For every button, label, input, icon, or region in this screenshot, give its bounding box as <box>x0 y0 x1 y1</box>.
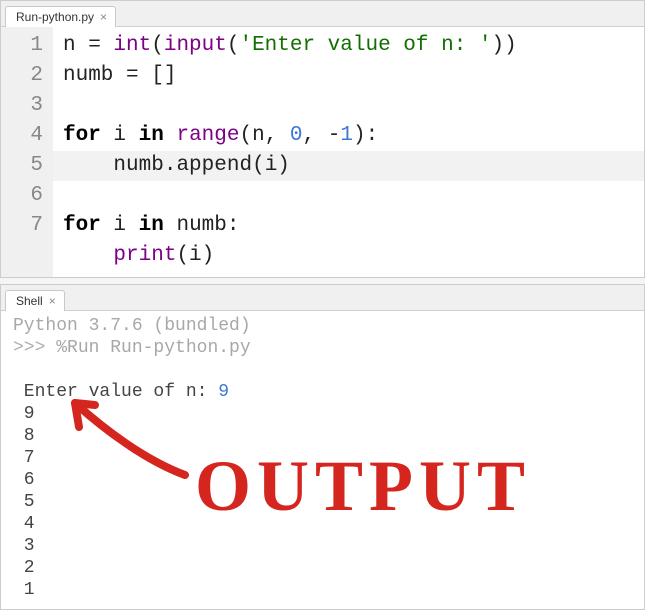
code-line[interactable]: numb.append(i) <box>53 151 644 181</box>
editor-tab[interactable]: Run-python.py × <box>5 6 116 27</box>
code-line[interactable]: n = int(input('Enter value of n: ')) <box>63 34 517 57</box>
line-number: 6 <box>7 181 43 211</box>
shell-body[interactable]: Python 3.7.6 (bundled) >>> %Run Run-pyth… <box>1 311 644 609</box>
editor-body[interactable]: 1234567 n = int(input('Enter value of n:… <box>1 27 644 277</box>
shell-output-line: 8 <box>13 425 634 447</box>
editor-tab-bar: Run-python.py × <box>1 1 644 27</box>
editor-panel: Run-python.py × 1234567 n = int(input('E… <box>0 0 645 278</box>
shell-output-line: 1 <box>13 579 634 601</box>
shell-output-line: 7 <box>13 447 634 469</box>
line-number: 4 <box>7 121 43 151</box>
shell-output-line: 3 <box>13 535 634 557</box>
line-number: 7 <box>7 211 43 241</box>
code-line[interactable]: numb = [] <box>63 64 176 87</box>
line-number: 1 <box>7 31 43 61</box>
shell-panel: Shell × Python 3.7.6 (bundled) >>> %Run … <box>0 284 645 610</box>
shell-output-line: 9 <box>13 403 634 425</box>
code-area[interactable]: n = int(input('Enter value of n: ')) num… <box>53 27 644 277</box>
shell-prompt: >>> <box>13 338 56 358</box>
shell-tab[interactable]: Shell × <box>5 290 65 311</box>
code-line[interactable]: print(i) <box>63 244 214 267</box>
shell-version: Python 3.7.6 (bundled) <box>13 316 251 336</box>
editor-tab-label: Run-python.py <box>16 10 94 24</box>
shell-run-line: >>> %Run Run-python.py <box>13 337 634 359</box>
shell-tab-label: Shell <box>16 294 43 308</box>
shell-output-line: 5 <box>13 491 634 513</box>
shell-output-line: 6 <box>13 469 634 491</box>
code-line[interactable]: for i in range(n, 0, -1): <box>63 124 378 147</box>
close-icon[interactable]: × <box>49 295 56 307</box>
code-line[interactable]: for i in numb: <box>63 214 240 237</box>
shell-input-line: Enter value of n: 9 <box>13 381 634 403</box>
shell-run-cmd: %Run Run-python.py <box>56 338 250 358</box>
shell-input-value: 9 <box>218 382 229 402</box>
line-number-gutter: 1234567 <box>1 27 53 277</box>
shell-output-line: 4 <box>13 513 634 535</box>
shell-tab-bar: Shell × <box>1 285 644 311</box>
line-number: 5 <box>7 151 43 181</box>
shell-input-prompt: Enter value of n: <box>13 382 218 402</box>
line-number: 2 <box>7 61 43 91</box>
line-number: 3 <box>7 91 43 121</box>
close-icon[interactable]: × <box>100 11 107 23</box>
